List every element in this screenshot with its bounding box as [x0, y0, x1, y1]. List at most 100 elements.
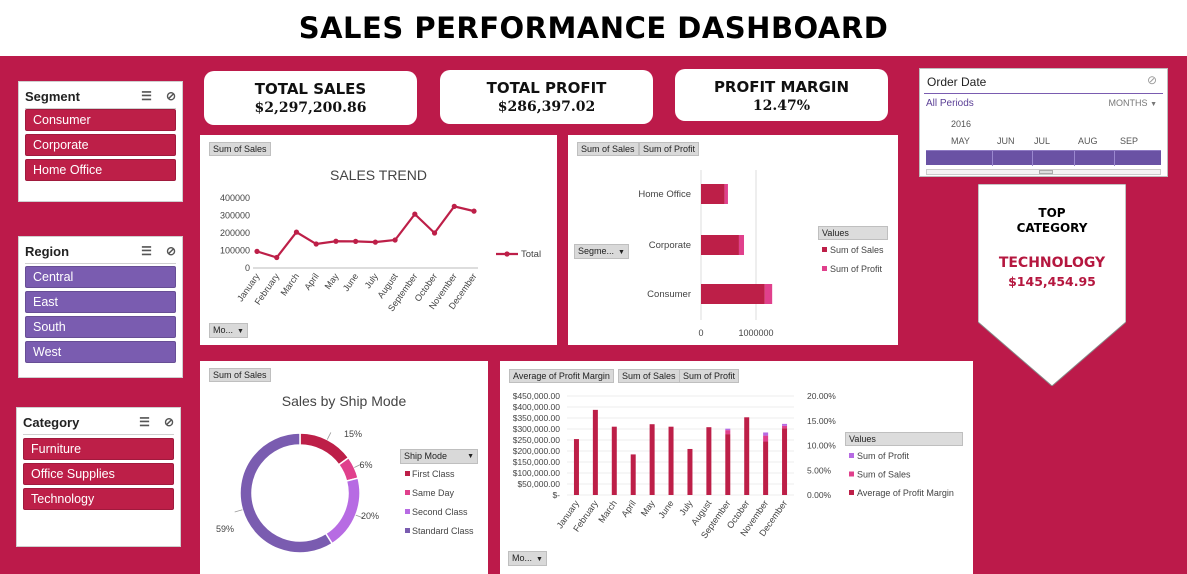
legend-label: Average of Profit Margin [857, 488, 954, 498]
month-filter-dropdown[interactable]: Mo... ▼ [209, 323, 248, 338]
clear-filter-icon[interactable]: ⊘ [1147, 73, 1157, 87]
dashboard-title: SALES PERFORMANCE DASHBOARD [298, 11, 889, 45]
region-item-central[interactable]: Central [25, 266, 176, 288]
y2-tick-label: 20.00% [807, 391, 836, 401]
bar-profit-margin-november [763, 441, 769, 495]
slice-standard-class [239, 432, 334, 554]
bar-sales-september [725, 430, 731, 435]
timeline-period-bar[interactable] [926, 150, 1161, 166]
ship-mode-donut-chart: 15% 6% 20% 59% First Class Same Day Second Cla… [216, 429, 474, 554]
region-item-west[interactable]: West [25, 341, 176, 363]
segment-filter-dropdown[interactable]: Segme... ▼ [574, 244, 629, 259]
data-label: 15% [344, 429, 362, 439]
data-point-march [293, 229, 300, 235]
x-tick-label: 1000000 [738, 328, 773, 338]
legend-label: Same Day [412, 488, 455, 498]
bar-profit-margin-september [725, 434, 731, 495]
legend-swatch [849, 490, 854, 495]
y-tick-label: $350,000.00 [513, 413, 561, 423]
segment-item-home-office[interactable]: Home Office [25, 159, 176, 181]
legend-swatch [405, 528, 410, 533]
y-tick-label: 400000 [220, 193, 250, 203]
month-filter-label: Mo... [213, 325, 234, 335]
y-tick-label: $100,000.00 [513, 468, 561, 478]
segment-item-corporate[interactable]: Corporate [25, 134, 176, 156]
timeline-scrollbar[interactable] [926, 169, 1161, 175]
y-tick-label: 100000 [220, 246, 250, 256]
timeline-unit-selector[interactable]: MONTHS ▼ [1109, 98, 1157, 108]
x-tick-label: May [639, 498, 657, 518]
legend-swatch [405, 471, 410, 476]
timeline-all-periods[interactable]: All Periods [926, 98, 974, 109]
legend-swatch [849, 453, 854, 458]
kpi-total-sales-label: TOTAL SALES [254, 80, 367, 98]
month-filter-dropdown[interactable]: Mo... ▼ [508, 551, 547, 566]
multi-select-icon[interactable]: ☰ [141, 244, 152, 258]
data-point-august [392, 237, 398, 243]
data-point-october [431, 230, 438, 236]
segment-filter-label: Segme... [578, 246, 615, 256]
legend-label: Sum of Sales [857, 470, 911, 480]
ship-mode-legend-title: Ship Mode [404, 451, 448, 461]
segment-item-consumer[interactable]: Consumer [25, 109, 176, 131]
data-label: 20% [361, 511, 379, 521]
bar-profit-margin-may [649, 424, 655, 495]
data-label: 6% [359, 460, 372, 470]
timeline-month-aug: AUG [1078, 136, 1098, 146]
legend-label: Second Class [412, 507, 468, 517]
category-item-technology[interactable]: Technology [23, 488, 174, 510]
bar-profit-margin-february [592, 409, 598, 495]
sales-trend-panel: Sum of Sales SALES TREND 400000 300000 200… [200, 135, 557, 345]
legend-label: Sum of Sales [830, 245, 884, 255]
bar-profit-margin-april [630, 454, 636, 495]
region-item-east[interactable]: East [25, 291, 176, 313]
y2-tick-label: 0.00% [807, 490, 832, 500]
data-point-june [353, 238, 359, 244]
legend-label: Sum of Profit [857, 451, 910, 461]
y-tick-label: $400,000.00 [513, 402, 561, 412]
category-slicer-title: Category [23, 414, 80, 430]
data-label-leader [326, 432, 332, 440]
multi-select-icon[interactable]: ☰ [139, 415, 150, 429]
y-tick-label: $250,000.00 [513, 435, 561, 445]
multi-select-icon[interactable]: ☰ [141, 89, 152, 103]
clear-filter-icon[interactable]: ⊘ [166, 89, 176, 103]
timeline-year: 2016 [951, 119, 972, 129]
slice-second-class [324, 477, 361, 545]
timeline-unit-label: MONTHS [1108, 98, 1148, 108]
category-item-furniture[interactable]: Furniture [23, 438, 174, 460]
category-slicer: Category ☰ ⊘ Furniture Office Supplies Te… [16, 407, 181, 547]
bar-profit-consumer [764, 284, 773, 304]
bar-profit-margin-june [668, 426, 674, 495]
timeline-month-sep: SEP [1120, 136, 1139, 146]
x-tick-label: July [677, 498, 695, 517]
sales-trend-chart: 4000003000002000001000000JanuaryFebruary… [220, 193, 541, 313]
top-category-label-line1: TOP [1038, 206, 1066, 220]
bar-sales-corporate [701, 235, 739, 255]
timeline-month-jul: JUL [1034, 136, 1051, 146]
region-slicer-title: Region [25, 243, 70, 259]
clear-filter-icon[interactable]: ⊘ [164, 415, 174, 429]
top-category-value: $145,454.95 [1008, 274, 1096, 289]
ship-mode-filter-dropdown[interactable]: Ship Mode ▼ [400, 449, 478, 464]
bar-profit-margin-july [687, 448, 693, 495]
segment-legend-title: Values [818, 226, 888, 240]
x-tick-label: June [656, 498, 675, 520]
clear-filter-icon[interactable]: ⊘ [166, 244, 176, 258]
timeline-scroll-thumb[interactable] [1039, 170, 1053, 174]
bar-profit-margin-january [573, 439, 579, 495]
category-label: Corporate [649, 240, 691, 251]
y2-tick-label: 15.00% [807, 416, 836, 426]
y-tick-label: 300000 [220, 211, 250, 221]
category-item-office-supplies[interactable]: Office Supplies [23, 463, 174, 485]
data-point-september [412, 211, 418, 217]
ship-mode-panel: Sum of Sales Sales by Ship Mode 15% 6% 20%… [200, 361, 488, 574]
legend-label: First Class [412, 469, 455, 479]
kpi-total-sales: TOTAL SALES $2,297,200.86 [204, 71, 417, 125]
bar-profit-margin-august [706, 427, 712, 495]
data-point-july [372, 239, 378, 245]
legend-label-total: Total [521, 249, 541, 260]
region-item-south[interactable]: South [25, 316, 176, 338]
data-point-february [274, 254, 280, 261]
y-tick-label: $- [552, 490, 560, 500]
